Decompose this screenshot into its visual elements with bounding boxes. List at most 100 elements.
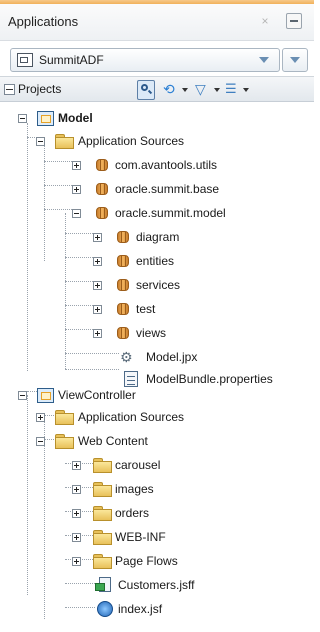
- collapse-icon[interactable]: [36, 437, 45, 446]
- expand-icon[interactable]: [72, 485, 81, 494]
- tree-node-label: Customers.jsff: [118, 578, 195, 592]
- tree-node-customers-jsff[interactable]: Customers.jsff: [0, 575, 220, 595]
- expand-icon[interactable]: [72, 185, 81, 194]
- tree-node-label: oracle.summit.base: [115, 182, 220, 196]
- model-jpx-icon: ⚙: [120, 349, 133, 365]
- folder-icon: [55, 134, 74, 149]
- chevron-down-icon: [259, 57, 269, 63]
- tree-node-viewcontroller[interactable]: ViewController: [0, 385, 220, 405]
- tree-node-label: index.jsf: [118, 602, 163, 616]
- collapse-icon[interactable]: [18, 114, 27, 123]
- tree-node-label: oracle.summit.model: [115, 206, 226, 220]
- expand-icon[interactable]: [93, 281, 102, 290]
- tree-node-label: Application Sources: [78, 134, 185, 148]
- tree-node-label: Model: [58, 111, 93, 125]
- applications-panel-header: Applications ×: [0, 4, 314, 41]
- tree-node-carousel[interactable]: carousel: [0, 455, 220, 475]
- tree-node-model[interactable]: Model: [0, 108, 200, 128]
- projects-label[interactable]: Projects: [18, 82, 61, 96]
- panel-title: Applications: [8, 14, 79, 29]
- tree-node-label: com.avantools.utils: [115, 158, 218, 172]
- expand-icon[interactable]: [72, 557, 81, 566]
- tree-node-index-jsf[interactable]: index.jsf: [0, 599, 220, 619]
- working-sets-icon[interactable]: ☰: [225, 80, 241, 98]
- sync-dropdown-icon[interactable]: [182, 88, 188, 92]
- expand-icon[interactable]: [72, 161, 81, 170]
- folder-icon: [93, 530, 112, 545]
- filter-icon[interactable]: ▽: [195, 80, 213, 98]
- close-icon[interactable]: ×: [256, 12, 274, 30]
- package-icon: [115, 254, 131, 268]
- expand-icon[interactable]: [72, 533, 81, 542]
- tree-node-label: diagram: [136, 230, 180, 244]
- tree-node-vc-app-sources[interactable]: Application Sources: [0, 407, 260, 427]
- tree-node-model-jpx[interactable]: ⚙ Model.jpx: [0, 347, 220, 367]
- tree-node-label: Application Sources: [78, 410, 185, 424]
- tree-node-label: test: [136, 302, 156, 316]
- tree-node-label: carousel: [115, 458, 161, 472]
- expand-icon[interactable]: [36, 413, 45, 422]
- tree-node-app-sources[interactable]: Application Sources: [0, 131, 260, 151]
- tree-node-label: Web Content: [78, 434, 148, 448]
- projects-toolbar: Projects ⟲ ▽ ☰: [0, 76, 314, 102]
- tree-node-pkg-avantools[interactable]: com.avantools.utils: [0, 155, 280, 175]
- collapse-projects-icon[interactable]: [4, 84, 15, 95]
- folder-icon: [55, 410, 74, 425]
- folder-icon: [55, 434, 74, 449]
- folder-icon: [93, 482, 112, 497]
- tree-node-images[interactable]: images: [0, 479, 220, 499]
- tree-node-pkg-summit-base[interactable]: oracle.summit.base: [0, 179, 280, 199]
- chevron-down-icon: [290, 57, 300, 63]
- tree-node-label: images: [115, 482, 154, 496]
- folder-icon: [93, 554, 112, 569]
- tree-node-label: services: [136, 278, 181, 292]
- tree-node-services[interactable]: services: [0, 275, 220, 295]
- tree-node-label: ViewController: [58, 388, 136, 402]
- tree-node-orders[interactable]: orders: [0, 503, 220, 523]
- filter-dropdown-icon[interactable]: [214, 88, 220, 92]
- tree-node-label: views: [136, 326, 167, 340]
- minimize-icon: [290, 20, 298, 22]
- tree-node-test[interactable]: test: [0, 299, 220, 319]
- tree-node-web-content[interactable]: Web Content: [0, 431, 220, 451]
- tree-node-web-inf[interactable]: WEB-INF: [0, 527, 220, 547]
- project-icon: [37, 388, 54, 403]
- package-icon: [115, 326, 131, 340]
- collapse-icon[interactable]: [18, 391, 27, 400]
- project-icon: [37, 111, 54, 126]
- jsf-file-icon: [97, 601, 113, 617]
- tree-node-views[interactable]: views: [0, 323, 220, 343]
- collapse-icon[interactable]: [36, 137, 45, 146]
- tree-node-label: WEB-INF: [115, 530, 166, 544]
- application-name: SummitADF: [39, 53, 104, 67]
- tree-node-entities[interactable]: entities: [0, 251, 220, 271]
- find-icon[interactable]: [137, 80, 155, 100]
- package-icon: [94, 158, 110, 172]
- expand-icon[interactable]: [72, 509, 81, 518]
- package-icon: [115, 230, 131, 244]
- package-icon: [115, 302, 131, 316]
- tree-node-diagram[interactable]: diagram: [0, 227, 220, 247]
- folder-icon: [93, 458, 112, 473]
- tree-node-page-flows[interactable]: Page Flows: [0, 551, 220, 571]
- sync-icon[interactable]: ⟲: [163, 80, 181, 98]
- project-tree: Model Application Sources com.avantools.…: [0, 100, 314, 632]
- tree-node-label: Page Flows: [115, 554, 178, 568]
- tree-node-label: Model.jpx: [146, 350, 198, 364]
- expand-icon[interactable]: [93, 305, 102, 314]
- expand-icon[interactable]: [93, 257, 102, 266]
- package-icon: [94, 182, 110, 196]
- application-selector[interactable]: SummitADF: [10, 48, 280, 72]
- expand-icon[interactable]: [93, 233, 102, 242]
- expand-icon[interactable]: [72, 461, 81, 470]
- folder-icon: [93, 506, 112, 521]
- tree-node-label: entities: [136, 254, 175, 268]
- minimize-button[interactable]: [286, 13, 302, 29]
- jsff-file-icon: [95, 577, 113, 593]
- application-menu-button[interactable]: [282, 48, 308, 72]
- tree-node-pkg-summit-model[interactable]: oracle.summit.model: [0, 203, 280, 223]
- application-icon: [17, 53, 33, 67]
- expand-icon[interactable]: [93, 329, 102, 338]
- working-sets-dropdown-icon[interactable]: [243, 88, 249, 92]
- collapse-icon[interactable]: [72, 209, 81, 218]
